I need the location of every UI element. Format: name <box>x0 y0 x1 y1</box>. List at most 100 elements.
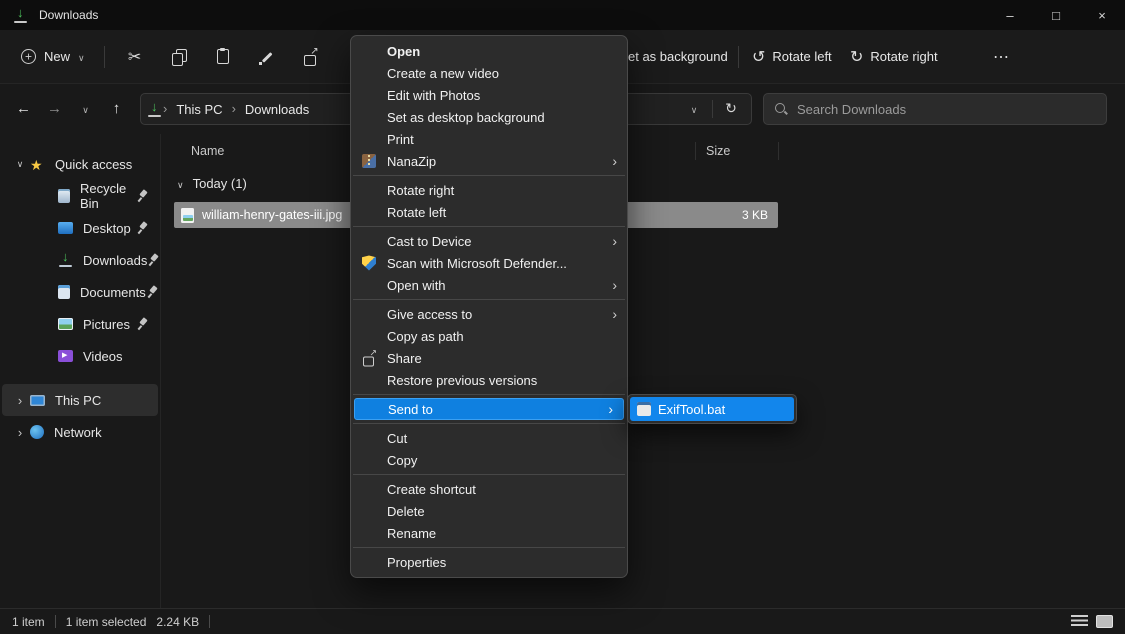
column-headers: Name Size <box>161 134 1125 168</box>
toolbar-divider <box>738 46 739 68</box>
collapse-group-icon[interactable] <box>177 176 184 191</box>
more-options-button[interactable] <box>984 40 1018 74</box>
recent-locations-button[interactable] <box>70 94 101 125</box>
column-header-size[interactable]: Size <box>706 144 730 158</box>
context-menu-item[interactable]: Cut <box>351 427 627 449</box>
back-button[interactable] <box>8 94 39 125</box>
context-menu-item[interactable]: Open with <box>351 274 627 296</box>
forward-button[interactable] <box>39 94 70 125</box>
submenu-arrow-icon <box>612 306 617 322</box>
group-header-today[interactable]: Today (1) <box>161 168 1125 198</box>
sidebar-item-label: Recycle Bin <box>80 181 136 211</box>
thumbnail-view-icon[interactable] <box>1096 615 1113 628</box>
search-icon <box>774 102 788 116</box>
context-menu-item[interactable]: Set as desktop background <box>351 106 627 128</box>
context-menu-item[interactable]: Print <box>351 128 627 150</box>
breadcrumb-downloads[interactable]: Downloads <box>236 102 318 117</box>
sidebar-item-label: Downloads <box>83 253 147 268</box>
menu-item-label: Send to <box>388 402 433 417</box>
breadcrumb-this-pc[interactable]: This PC <box>167 102 231 117</box>
sidebar-item-icon <box>58 222 73 234</box>
menu-separator <box>353 175 625 176</box>
details-view-icon[interactable] <box>1071 615 1088 628</box>
column-divider[interactable] <box>695 142 696 160</box>
new-button[interactable]: New <box>10 40 96 74</box>
context-menu-item[interactable]: Edit with Photos <box>351 84 627 106</box>
address-dropdown-button[interactable] <box>680 96 708 122</box>
paste-button[interactable] <box>201 40 245 74</box>
sidebar-item-icon <box>58 253 73 267</box>
menu-separator <box>353 299 625 300</box>
menu-item-label: Give access to <box>387 307 472 322</box>
sidebar-item-label: Desktop <box>83 221 131 236</box>
column-divider[interactable] <box>778 142 779 160</box>
context-menu-item[interactable]: Rotate left <box>351 201 627 223</box>
context-menu-item[interactable]: Rename <box>351 522 627 544</box>
search-input[interactable] <box>797 102 1096 117</box>
sidebar-item[interactable]: Pictures <box>2 308 158 340</box>
context-menu-item[interactable]: NanaZip <box>351 150 627 172</box>
file-rows: william-henry-gates-iii.jpg 3 KB <box>161 202 1125 228</box>
submenu-item[interactable]: ExifTool.bat <box>630 397 794 421</box>
share-icon <box>303 49 319 65</box>
sidebar: Quick access Recycle Bin Desktop Downl <box>0 134 160 608</box>
context-menu-item[interactable]: Create a new video <box>351 62 627 84</box>
context-menu-item[interactable]: Share <box>351 347 627 369</box>
status-divider <box>55 615 56 628</box>
sidebar-item[interactable]: Network <box>2 416 158 448</box>
rename-button[interactable] <box>245 40 289 74</box>
context-menu-item[interactable]: Restore previous versions <box>351 369 627 391</box>
sidebar-item-icon <box>58 318 73 330</box>
context-menu-item[interactable]: Delete <box>351 500 627 522</box>
pin-icon <box>136 318 148 330</box>
sidebar-item[interactable]: Downloads <box>2 244 158 276</box>
close-button[interactable]: × <box>1079 0 1125 30</box>
cut-button[interactable] <box>113 40 157 74</box>
item-count: 1 item <box>12 615 45 629</box>
chevron-down-icon <box>691 100 698 118</box>
sidebar-item-icon <box>30 157 45 172</box>
context-menu-item[interactable]: Copy <box>351 449 627 471</box>
toolbar-divider <box>104 46 105 68</box>
maximize-button[interactable]: □ <box>1033 0 1079 30</box>
refresh-button[interactable] <box>717 96 745 122</box>
rotate-left-button[interactable]: Rotate left <box>752 30 832 83</box>
chevron-icon[interactable] <box>10 425 30 440</box>
minimize-button[interactable]: – <box>987 0 1033 30</box>
context-menu-item[interactable]: Create shortcut <box>351 478 627 500</box>
context-menu-item[interactable]: Scan with Microsoft Defender... <box>351 252 627 274</box>
context-menu-item[interactable]: Rotate right <box>351 179 627 201</box>
submenu-item-icon <box>637 402 651 416</box>
sidebar-item[interactable]: Desktop <box>2 212 158 244</box>
sidebar-item-icon <box>58 189 70 203</box>
context-menu-item[interactable]: Open <box>351 40 627 62</box>
chevron-icon[interactable] <box>10 159 30 170</box>
up-button[interactable] <box>101 94 132 125</box>
ellipsis-icon <box>993 47 1009 67</box>
menu-item-label: Rotate right <box>387 183 454 198</box>
column-header-name[interactable]: Name <box>191 144 224 158</box>
sidebar-item[interactable]: Recycle Bin <box>2 180 158 212</box>
sidebar-item[interactable]: This PC <box>2 384 158 416</box>
chevron-icon[interactable] <box>10 393 30 408</box>
copy-button[interactable] <box>157 40 201 74</box>
menu-item-label: Cast to Device <box>387 234 472 249</box>
cut-icon <box>128 47 141 67</box>
context-menu: Open Create a new video Edit with Photos… <box>350 35 628 578</box>
context-menu-item[interactable]: Cast to Device <box>351 230 627 252</box>
search-box[interactable] <box>763 93 1107 125</box>
sidebar-item[interactable]: Quick access <box>2 148 158 180</box>
context-menu-item[interactable]: Properties <box>351 551 627 573</box>
context-menu-item[interactable]: Send to <box>354 398 624 420</box>
pin-icon <box>136 222 148 234</box>
sidebar-item[interactable]: Videos <box>2 340 158 372</box>
context-menu-item[interactable]: Copy as path <box>351 325 627 347</box>
sidebar-item[interactable]: Documents <box>2 276 158 308</box>
sidebar-item-label: This PC <box>55 393 101 408</box>
context-menu-item[interactable]: Give access to <box>351 303 627 325</box>
rotate-right-button[interactable]: Rotate right <box>850 30 938 83</box>
chevron-down-icon <box>82 100 89 118</box>
set-as-background-button-clipped[interactable]: et as background <box>628 30 728 83</box>
share-button[interactable] <box>289 40 333 74</box>
rotate-right-label: Rotate right <box>870 49 937 64</box>
